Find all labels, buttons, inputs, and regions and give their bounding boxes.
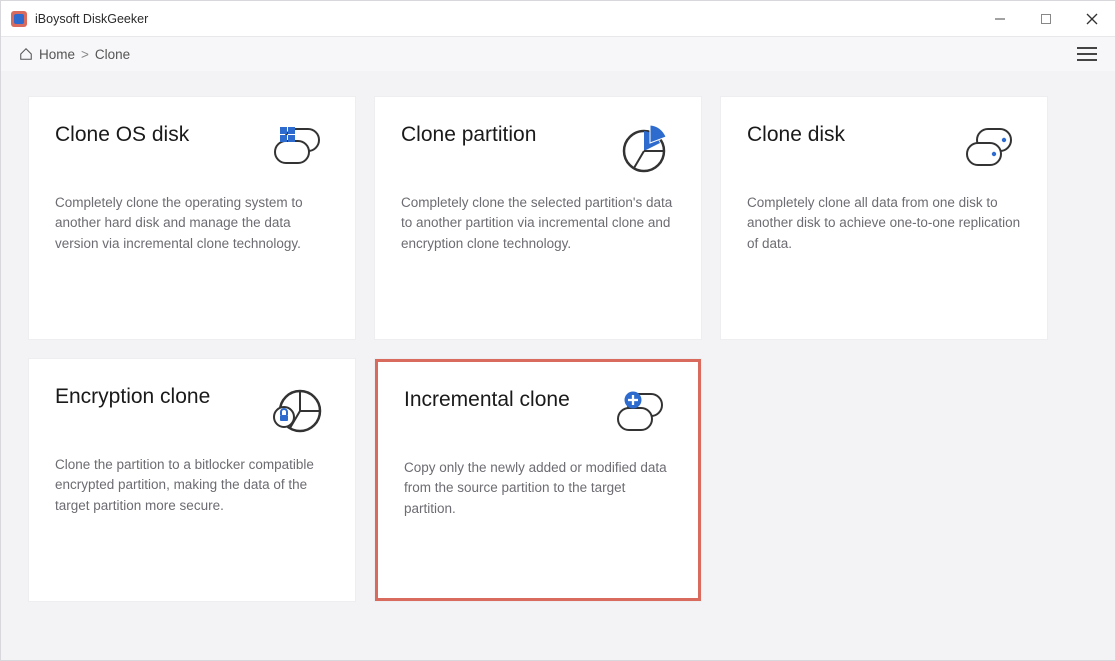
- card-grid: Clone OS disk Completely clone the opera…: [29, 97, 1087, 601]
- incremental-disk-icon: [610, 388, 672, 440]
- breadcrumb-bar: Home > Clone: [1, 37, 1115, 71]
- breadcrumb-current: Clone: [95, 47, 130, 62]
- card-clone-partition[interactable]: Clone partition Completely clone the sel…: [375, 97, 701, 339]
- home-icon[interactable]: [19, 47, 33, 61]
- card-title: Clone partition: [401, 123, 536, 147]
- card-description: Completely clone all data from one disk …: [747, 193, 1021, 254]
- card-title: Encryption clone: [55, 385, 210, 409]
- maximize-button[interactable]: [1023, 2, 1069, 36]
- close-button[interactable]: [1069, 2, 1115, 36]
- hamburger-menu-icon[interactable]: [1077, 47, 1097, 61]
- app-window: iBoysoft DiskGeeker Home > Clone Cl: [0, 0, 1116, 661]
- breadcrumb-home[interactable]: Home: [39, 47, 75, 62]
- pie-partition-icon: [613, 123, 675, 175]
- card-encryption-clone[interactable]: Encryption clone Clone the par: [29, 359, 355, 601]
- encryption-pie-icon: [267, 385, 329, 437]
- os-disk-icon: [267, 123, 329, 175]
- card-incremental-clone[interactable]: Incremental clone Copy only the newly ad…: [375, 359, 701, 601]
- card-title: Clone disk: [747, 123, 845, 147]
- app-icon: [11, 11, 27, 27]
- card-description: Clone the partition to a bitlocker compa…: [55, 455, 329, 516]
- app-title: iBoysoft DiskGeeker: [35, 12, 977, 26]
- card-title: Clone OS disk: [55, 123, 189, 147]
- card-description: Completely clone the operating system to…: [55, 193, 329, 254]
- card-title: Incremental clone: [404, 388, 570, 412]
- content-area: Clone OS disk Completely clone the opera…: [1, 71, 1115, 660]
- card-clone-disk[interactable]: Clone disk Completely clone all data fro…: [721, 97, 1047, 339]
- card-description: Completely clone the selected partition'…: [401, 193, 675, 254]
- card-clone-os-disk[interactable]: Clone OS disk Completely clone the opera…: [29, 97, 355, 339]
- minimize-button[interactable]: [977, 2, 1023, 36]
- card-description: Copy only the newly added or modified da…: [404, 458, 672, 519]
- titlebar: iBoysoft DiskGeeker: [1, 1, 1115, 37]
- breadcrumb-separator: >: [81, 47, 89, 62]
- double-disk-icon: [959, 123, 1021, 175]
- breadcrumb: Home > Clone: [19, 47, 130, 62]
